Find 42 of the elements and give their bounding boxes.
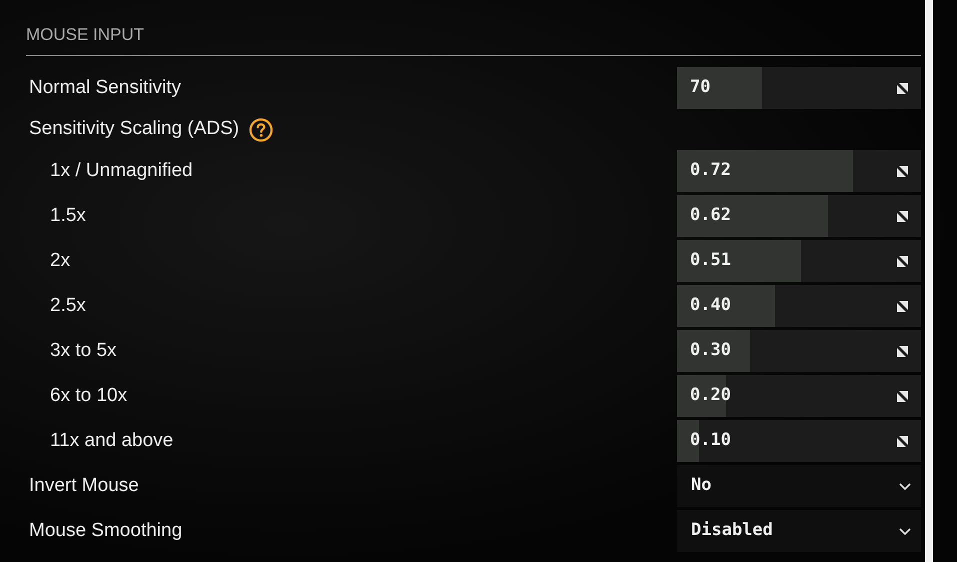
setting-label: 1x / Unmagnified — [49, 158, 193, 183]
expand-icon — [897, 346, 908, 356]
slider-value: 0.40 — [690, 294, 731, 318]
slider-value: 0.10 — [690, 429, 731, 452]
chevron-down-icon — [899, 528, 911, 534]
slider-value: 0.30 — [690, 339, 731, 362]
setting-label: 11x and above — [49, 428, 174, 453]
slider-value: 0.20 — [690, 384, 731, 408]
scrollbar[interactable] — [925, 0, 933, 562]
setting-label: 1.5x — [49, 204, 86, 228]
expand-icon — [897, 210, 908, 222]
slider-value: 0.62 — [690, 204, 731, 228]
slider-value: 0.51 — [690, 249, 731, 272]
setting-label: Mouse Smoothing — [28, 518, 182, 543]
slider[interactable]: 0.62 — [677, 195, 921, 237]
expand-icon — [897, 300, 908, 312]
setting-label: 2x — [49, 248, 70, 273]
dropdown[interactable]: Disabled — [677, 510, 921, 552]
expand-icon — [897, 390, 908, 402]
expand-icon — [897, 166, 908, 176]
setting-label: Sensitivity Scaling (ADS) — [28, 117, 240, 142]
setting-label: Normal Sensitivity — [28, 76, 182, 100]
slider[interactable]: 0.40 — [677, 285, 921, 327]
slider[interactable]: 0.51 — [677, 240, 921, 282]
section-title: MOUSE INPUT — [26, 25, 144, 44]
dropdown[interactable]: No — [677, 465, 921, 507]
setting-label: 6x to 10x — [49, 384, 128, 408]
chevron-down-icon — [899, 482, 911, 490]
slider[interactable]: 0.72 — [677, 150, 921, 192]
help-icon[interactable] — [249, 118, 274, 142]
expand-icon — [897, 256, 908, 266]
slider[interactable]: 70 — [677, 67, 921, 109]
slider[interactable]: 0.30 — [677, 330, 921, 372]
slider[interactable]: 0.20 — [677, 375, 921, 417]
slider-value: 70 — [690, 76, 710, 100]
expand-icon — [897, 82, 908, 94]
setting-label: Invert Mouse — [28, 474, 139, 498]
expand-icon — [897, 436, 908, 446]
slider[interactable]: 0.10 — [677, 420, 921, 462]
setting-label: 2.5x — [49, 294, 86, 318]
setting-label: 3x to 5x — [49, 338, 117, 363]
slider-value: 0.72 — [690, 159, 731, 182]
